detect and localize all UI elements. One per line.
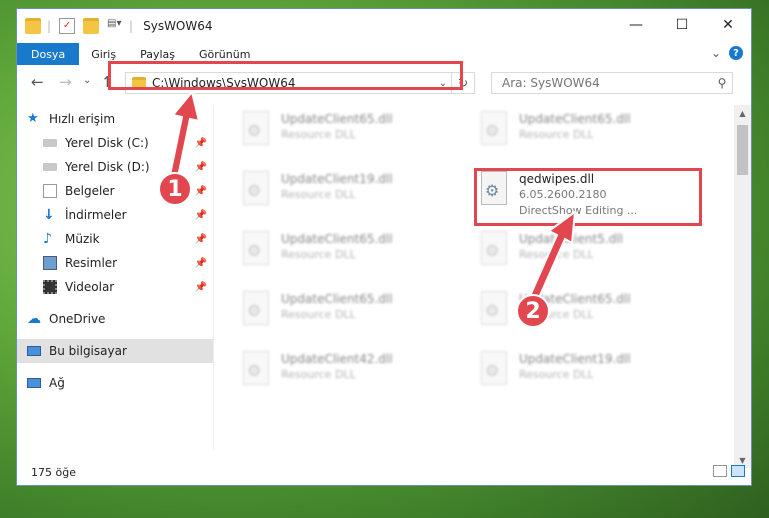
- step-1-badge: 1: [158, 172, 192, 206]
- arrow-2: [528, 209, 577, 302]
- step-2-badge: 2: [516, 294, 550, 328]
- annotation-arrows: [168, 89, 577, 302]
- arrow-1: [168, 89, 201, 179]
